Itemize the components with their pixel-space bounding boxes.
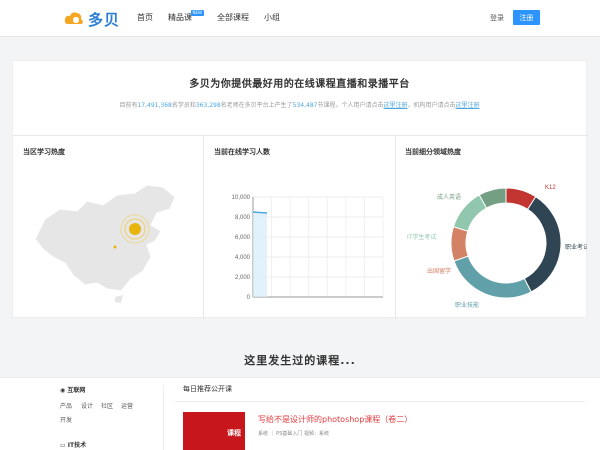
nav-groups[interactable]: 小组 [264,12,280,23]
student-count: 17,491,368 [137,102,172,109]
divider [163,385,164,450]
recommend-title: 每日推荐公开课 [183,385,232,393]
divider [175,401,585,402]
top-navbar: 多贝 首页 精品课 NEW 全部课程 小组 登录 注册 [0,0,600,37]
category-item[interactable]: 社区 [101,401,113,410]
section-title: 这里发生过的课程... [244,354,356,367]
category-item[interactable]: 设计 [81,401,93,410]
nav-premium-label: 精品课 [168,13,192,22]
map-panel-title: 当区学习热度 [23,148,65,156]
category-item[interactable]: 开发 [60,415,72,424]
course-thumbnail[interactable]: 课程 [183,412,245,450]
logo-text: 多贝 [88,10,121,29]
heat-point-major [129,223,141,235]
course-meta: 系统 ｜ PS基础入门 视频：系统 [258,431,329,437]
china-heat-map[interactable] [25,179,195,309]
domain-donut-chart: K12 职业考试职业技能 出国留学 IT学生考试 成人英语 [407,185,587,309]
cloud-logo-icon [64,12,83,24]
online-users-chart: 10,000 8,000 6,000 4,000 2,000 0 [232,195,384,301]
slice-label: 出国留学 [427,267,451,275]
new-badge: NEW [190,10,204,16]
heat-point-minor [113,245,117,249]
nav-premium[interactable]: 精品课 NEW [168,10,204,23]
donut-slice [450,226,469,262]
hero-subtitle: 目前有17,491,368名学员和363,298名老师在多贝平台上产生了534,… [13,100,586,109]
divider [13,135,588,136]
online-panel-title: 当前在线学习人数 [214,148,270,156]
teacher-count: 363,298 [195,102,221,109]
slice-label: IT学生考试 [407,233,436,241]
category-item[interactable]: 运营 [121,401,133,410]
donut-slice [453,255,532,299]
category-item[interactable]: 产品 [60,401,72,410]
monitor-icon: ▭ [60,442,66,449]
divider [203,136,204,319]
hainan-shape [115,295,123,303]
slice-label: 职业技能 [455,301,479,309]
org-register-link[interactable]: 这里注册 [456,102,480,109]
category-it-label: IT技术 [67,442,87,449]
y-tick-label: 2,000 [235,275,251,281]
hero-title: 多贝为你提供最好用的在线课程直播和录播平台 [189,79,410,90]
site-logo[interactable]: 多贝 [64,8,120,30]
divider [395,136,396,319]
register-button[interactable]: 注册 [513,10,540,25]
hero-text: ，机构用户请点击 [407,102,456,109]
slice-label: 成人英语 [437,193,461,201]
thumb-text: 课程 [227,429,241,437]
donut-slice [523,196,562,293]
slice-label: 职业考试 [565,243,587,251]
hero-text: 名老师在多贝平台上产生了 [220,102,293,109]
category-internet[interactable]: ◉ 互联网 [60,385,85,394]
course-title-link[interactable]: 写给不是设计师的photoshop课程（卷二） [258,414,412,425]
login-link[interactable]: 登录 [490,13,504,23]
globe-icon: ◉ [60,387,66,394]
y-tick-label: 6,000 [235,235,251,241]
y-tick-label: 4,000 [235,255,251,261]
hero-text: 节课程。个人用户请点击 [317,102,384,109]
series-line [252,211,268,214]
course-count: 534,487 [292,102,318,109]
china-map-shape [34,184,176,292]
stats-card: 多贝为你提供最好用的在线课程直播和录播平台 目前有17,491,368名学员和3… [12,60,588,319]
category-internet-label: 互联网 [67,387,86,394]
nav-home[interactable]: 首页 [137,12,153,23]
personal-register-link[interactable]: 这里注册 [384,102,408,109]
hero-text: 名学员和 [171,102,196,109]
main-nav: 首页 精品课 NEW 全部课程 小组 [137,10,295,23]
y-tick-label: 0 [247,295,251,301]
hero-text: 目前有 [119,102,138,109]
series-area [253,212,267,297]
category-it[interactable]: ▭ IT技术 [60,440,86,449]
y-tick-label: 8,000 [235,215,251,221]
domain-panel-title: 当前细分领域热度 [405,148,461,156]
y-tick-label: 10,000 [232,195,251,201]
slice-label: K12 [545,185,556,191]
nav-all-courses[interactable]: 全部课程 [217,12,249,23]
